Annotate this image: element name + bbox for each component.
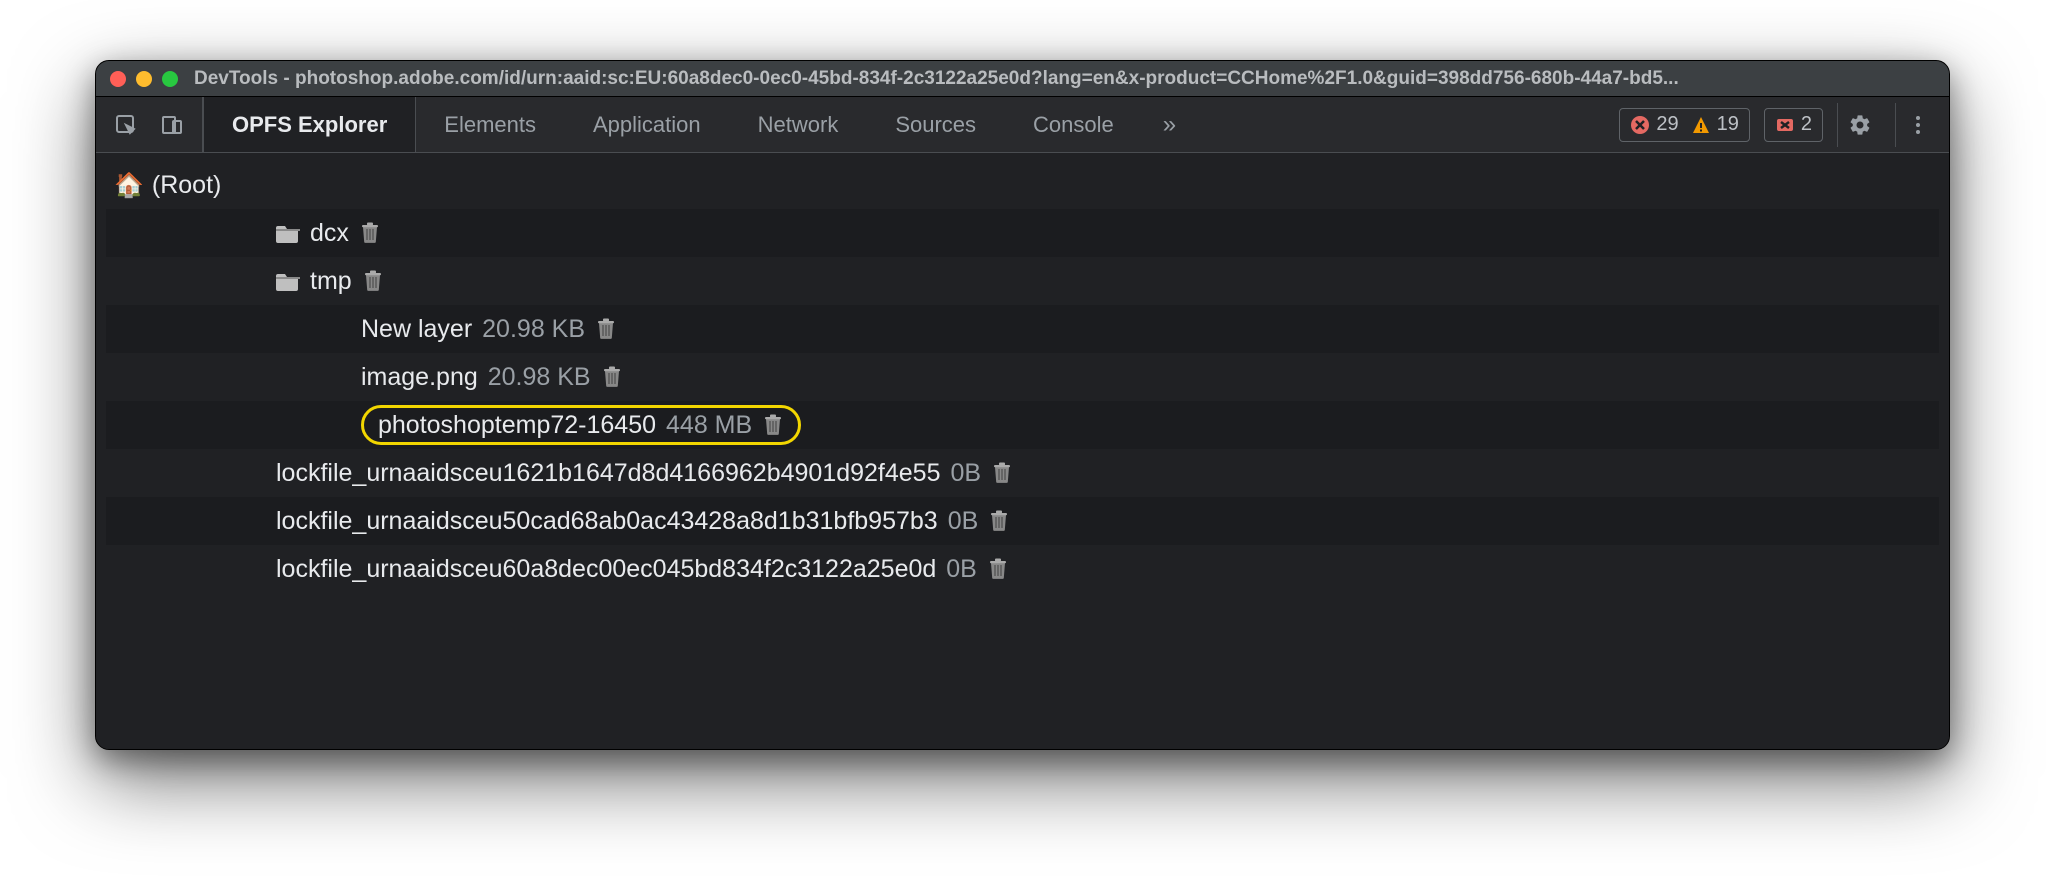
folder-name: tmp — [310, 267, 352, 296]
settings-button[interactable] — [1837, 103, 1881, 147]
tree-file[interactable]: image.png 20.98 KB — [106, 353, 1939, 401]
root-label: (Root) — [152, 171, 221, 200]
file-name: lockfile_urnaaidsceu50cad68ab0ac43428a8d… — [276, 507, 938, 536]
window-minimize-button[interactable] — [136, 71, 152, 87]
folder-icon — [276, 270, 300, 292]
tree-file[interactable]: lockfile_urnaaidsceu60a8dec00ec045bd834f… — [106, 545, 1939, 593]
tab-console[interactable]: Console — [1005, 97, 1143, 152]
traffic-lights — [110, 71, 178, 87]
tree-file[interactable]: lockfile_urnaaidsceu50cad68ab0ac43428a8d… — [106, 497, 1939, 545]
tab-label: Console — [1033, 112, 1114, 138]
trash-icon[interactable] — [991, 462, 1013, 484]
tab-network[interactable]: Network — [730, 97, 868, 152]
tab-sources[interactable]: Sources — [867, 97, 1005, 152]
trash-icon[interactable] — [359, 222, 381, 244]
highlighted-file: photoshoptemp72-16450 448 MB — [361, 405, 801, 445]
file-name: lockfile_urnaaidsceu1621b1647d8d4166962b… — [276, 459, 941, 488]
tree-folder[interactable]: tmp — [106, 257, 1939, 305]
toolbar: OPFS Explorer Elements Application Netwo… — [96, 97, 1949, 153]
tab-label: Network — [758, 112, 839, 138]
trash-icon[interactable] — [762, 414, 784, 436]
tab-opfs-explorer[interactable]: OPFS Explorer — [203, 97, 416, 152]
warning-count-value: 19 — [1717, 113, 1739, 136]
issues-count: 2 — [1775, 113, 1812, 136]
file-name: image.png — [361, 363, 478, 392]
file-name: photoshoptemp72-16450 — [378, 411, 656, 440]
window-maximize-button[interactable] — [162, 71, 178, 87]
device-toolbar-icon[interactable] — [158, 111, 186, 139]
file-size: 448 MB — [666, 411, 752, 440]
toolbar-right: 29 19 2 — [1619, 97, 1949, 152]
tabs-overflow-button[interactable]: » — [1143, 97, 1196, 152]
tree-file[interactable]: lockfile_urnaaidsceu1621b1647d8d4166962b… — [106, 449, 1939, 497]
tree-file[interactable]: photoshoptemp72-16450 448 MB — [106, 401, 1939, 449]
tab-elements[interactable]: Elements — [416, 97, 565, 152]
warning-count: 19 — [1691, 113, 1739, 136]
file-size: 0B — [951, 459, 982, 488]
console-counters[interactable]: 29 19 — [1619, 108, 1750, 142]
error-count-value: 29 — [1656, 113, 1678, 136]
toolbar-left — [96, 97, 203, 152]
devtools-window: DevTools - photoshop.adobe.com/id/urn:aa… — [95, 60, 1950, 750]
window-close-button[interactable] — [110, 71, 126, 87]
trash-icon[interactable] — [362, 270, 384, 292]
trash-icon[interactable] — [988, 510, 1010, 532]
issues-counter[interactable]: 2 — [1764, 108, 1823, 142]
inspect-element-icon[interactable] — [112, 111, 140, 139]
tab-bar: OPFS Explorer Elements Application Netwo… — [203, 97, 1196, 152]
more-menu-button[interactable] — [1895, 103, 1939, 147]
folder-name: dcx — [310, 219, 349, 248]
file-size: 20.98 KB — [482, 315, 585, 344]
file-size: 0B — [948, 507, 979, 536]
titlebar: DevTools - photoshop.adobe.com/id/urn:aa… — [96, 61, 1949, 97]
tab-label: OPFS Explorer — [232, 112, 387, 138]
house-icon: 🏠 — [114, 171, 144, 200]
folder-icon — [276, 222, 300, 244]
file-size: 0B — [946, 555, 977, 584]
opfs-tree-panel: 🏠 (Root) dcxtmpNew layer20.98 KBimage.pn… — [96, 153, 1949, 749]
trash-icon[interactable] — [601, 366, 623, 388]
tree-file[interactable]: New layer 20.98 KB — [106, 305, 1939, 353]
file-size: 20.98 KB — [488, 363, 591, 392]
trash-icon[interactable] — [595, 318, 617, 340]
tab-label: Elements — [444, 112, 536, 138]
tab-label: Application — [593, 112, 701, 138]
issues-count-value: 2 — [1801, 113, 1812, 136]
trash-icon[interactable] — [987, 558, 1009, 580]
file-name: New layer — [361, 315, 472, 344]
error-count: 29 — [1630, 113, 1678, 136]
file-name: lockfile_urnaaidsceu60a8dec00ec045bd834f… — [276, 555, 936, 584]
tab-application[interactable]: Application — [565, 97, 730, 152]
tree-root[interactable]: 🏠 (Root) — [106, 161, 1939, 209]
tab-label: Sources — [895, 112, 976, 138]
window-title: DevTools - photoshop.adobe.com/id/urn:aa… — [194, 68, 1935, 90]
tree-folder[interactable]: dcx — [106, 209, 1939, 257]
